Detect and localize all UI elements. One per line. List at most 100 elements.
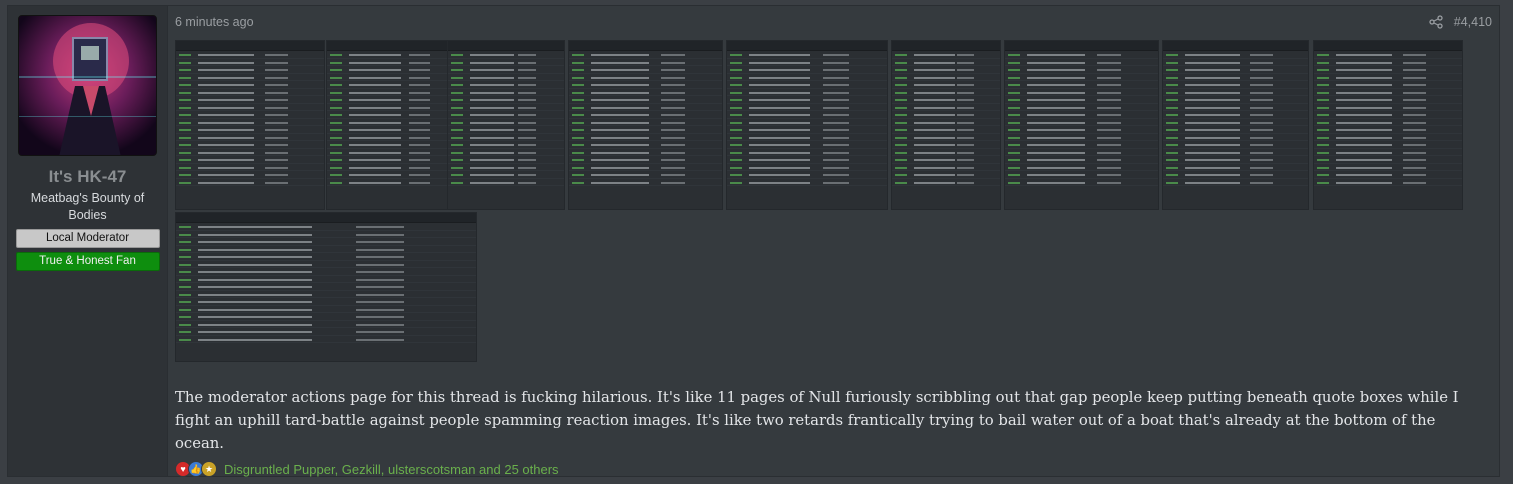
thumbnail-row: [727, 171, 887, 179]
thumbnail-row: [176, 74, 324, 81]
thumbnail-row: [892, 126, 1000, 134]
thumbnail-row: [1163, 126, 1308, 134]
banner-local-moderator: Local Moderator: [15, 229, 160, 248]
thumbnail-row: [727, 119, 887, 126]
thumbnail-row: [569, 51, 722, 59]
thumbnail-row: [1163, 141, 1308, 149]
thumbnail-row: [727, 81, 887, 89]
thumbnail-row: [327, 104, 463, 111]
post-body: The moderator actions page for this thre…: [175, 389, 1459, 452]
avatar[interactable]: [18, 15, 157, 156]
thumbnail-row: [1005, 81, 1158, 89]
thumbnail-row: [448, 81, 564, 89]
thumbnail-row: [892, 66, 1000, 74]
thumbnail-row: [727, 59, 887, 66]
thumbnail-row: [892, 96, 1000, 104]
thumbnail-row: [176, 313, 476, 321]
thumbnail-row: [448, 156, 564, 164]
thumbnail-row: [176, 306, 476, 313]
reactions-list[interactable]: Disgruntled Pupper, Gezkill, ulsterscots…: [224, 462, 559, 477]
thumbnail-row: [327, 66, 463, 74]
thumbnail-row: [569, 179, 722, 186]
thumbnail-row: [327, 156, 463, 164]
thumbnail-row: [448, 74, 564, 81]
award-icon: ★: [201, 461, 217, 477]
thumbnail-row: [727, 156, 887, 164]
thumbnail-row: [176, 231, 476, 238]
thumbnail-row: [176, 164, 324, 171]
thumbnail-row: [448, 149, 564, 156]
thumbnail-row: [448, 134, 564, 141]
thumbnail-row: [1005, 141, 1158, 149]
thumbnail-row: [569, 164, 722, 171]
thumbnail-row: [327, 111, 463, 119]
thumbnail-row: [1314, 74, 1462, 81]
thumbnail-row: [327, 89, 463, 96]
thumbnail-row: [569, 89, 722, 96]
thumbnail-row: [448, 66, 564, 74]
attachment-thumbnail[interactable]: [175, 212, 477, 362]
thumbnail-row: [727, 149, 887, 156]
post-timestamp[interactable]: 6 minutes ago: [175, 15, 254, 29]
thumbnail-row: [727, 141, 887, 149]
thumbnail-row: [1163, 179, 1308, 186]
thumbnail-row: [892, 141, 1000, 149]
thumbnail-header: [1005, 41, 1158, 51]
thumbnail-row: [1005, 104, 1158, 111]
thumbnail-row: [1314, 51, 1462, 59]
thumbnail-row: [448, 104, 564, 111]
thumbnail-row: [327, 171, 463, 179]
reactions-bar[interactable]: ♥ 👍 ★ Disgruntled Pupper, Gezkill, ulste…: [175, 461, 559, 477]
thumbnail-row: [727, 164, 887, 171]
thumbnail-row: [327, 164, 463, 171]
thumbnail-row: [176, 336, 476, 343]
thumbnail-row: [448, 89, 564, 96]
thumbnail-row: [327, 141, 463, 149]
thumbnail-row: [569, 149, 722, 156]
thumbnail-row: [327, 96, 463, 104]
post-number-link[interactable]: #4,410: [1454, 15, 1492, 29]
thumbnail-row: [327, 119, 463, 126]
username[interactable]: It's HK-47: [49, 167, 127, 187]
thumbnail-row: [1163, 104, 1308, 111]
thumbnail-row: [176, 89, 324, 96]
thumbnail-row: [1163, 81, 1308, 89]
thumbnail-row: [569, 126, 722, 134]
thumbnail-row: [1005, 111, 1158, 119]
attachment-thumbnail[interactable]: [568, 40, 723, 210]
thumbnail-row: [448, 141, 564, 149]
thumbnail-row: [727, 179, 887, 186]
thumbnail-row: [892, 89, 1000, 96]
attachment-thumbnail[interactable]: [447, 40, 565, 210]
thumbnail-header: [1314, 41, 1462, 51]
thumbnail-row: [1005, 171, 1158, 179]
thumbnail-row: [1005, 51, 1158, 59]
thumbnail-row: [1163, 134, 1308, 141]
thumbnail-row: [176, 179, 324, 186]
attachment-thumbnail[interactable]: [1004, 40, 1159, 210]
thumbnail-row: [1314, 81, 1462, 89]
thumbnail-row: [1314, 149, 1462, 156]
thumbnail-row: [892, 51, 1000, 59]
thumbnail-row: [727, 104, 887, 111]
thumbnail-row: [1314, 134, 1462, 141]
thumbnail-row: [176, 59, 324, 66]
thumbnail-row: [1314, 66, 1462, 74]
thumbnail-row: [448, 179, 564, 186]
share-icon[interactable]: [1429, 15, 1443, 29]
thumbnail-row: [176, 111, 324, 119]
thumbnail-row: [1314, 119, 1462, 126]
attachment-thumbnail[interactable]: [726, 40, 888, 210]
thumbnail-row: [448, 96, 564, 104]
thumbnail-row: [1314, 104, 1462, 111]
thumbnail-row: [1005, 59, 1158, 66]
thumbnail-row: [176, 276, 476, 283]
thumbnail-row: [176, 51, 324, 59]
attachment-thumbnail[interactable]: [326, 40, 464, 210]
attachment-thumbnail[interactable]: [891, 40, 1001, 210]
attachment-thumbnail[interactable]: [175, 40, 325, 210]
attachment-thumbnail[interactable]: [1162, 40, 1309, 210]
thumbnail-row: [892, 111, 1000, 119]
attachment-thumbnail[interactable]: [1313, 40, 1463, 210]
thumbnail-header: [176, 41, 324, 51]
